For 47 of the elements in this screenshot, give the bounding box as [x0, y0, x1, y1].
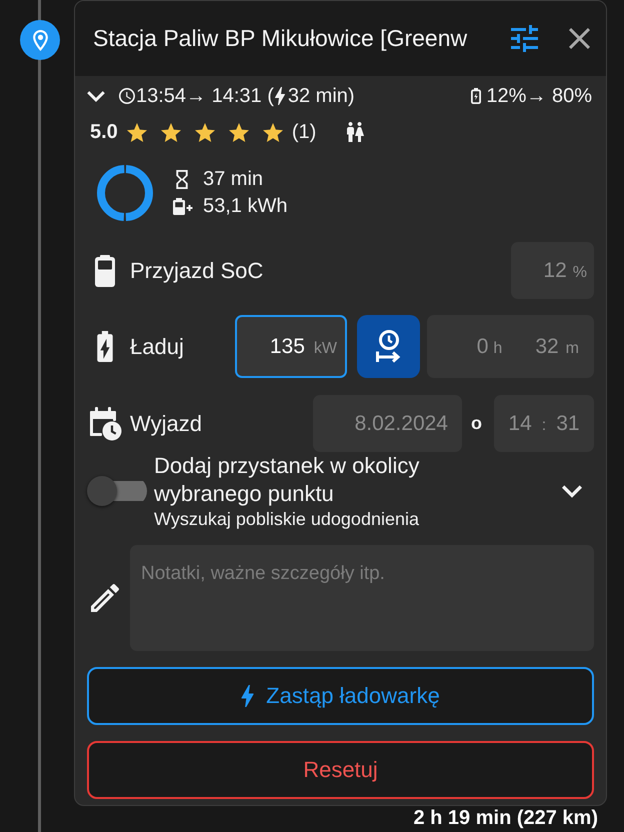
soc-range: 12%→ 80% — [486, 84, 592, 108]
star-icon — [262, 122, 283, 142]
station-title: Stacja Paliw BP Mikułowice [Greenw — [93, 25, 468, 52]
location-pin-icon[interactable] — [20, 20, 60, 60]
bolt-icon — [274, 87, 285, 105]
time-field[interactable]: 14 : 31 — [494, 395, 594, 452]
rating-count: (1) — [292, 120, 316, 144]
charge-time-button[interactable] — [357, 315, 420, 378]
star-icon — [228, 122, 249, 142]
chevron-down-icon[interactable] — [562, 484, 582, 498]
battery-charging-icon — [471, 88, 482, 104]
duration-text: 37 min — [203, 168, 264, 191]
power-field[interactable]: 135 kW — [235, 315, 347, 378]
clock-icon — [119, 88, 135, 104]
pencil-icon — [91, 584, 119, 612]
arrival-soc-label: Przyjazd SoC — [130, 258, 264, 284]
restroom-icon — [347, 122, 364, 142]
bolt-icon — [241, 685, 254, 707]
star-icon — [126, 122, 147, 142]
hourglass-icon — [176, 170, 188, 189]
star-icon — [160, 122, 181, 142]
energy-text: 53,1 kWh — [203, 195, 288, 218]
date-field[interactable]: 8.02.2024 — [313, 395, 462, 452]
star-icon — [194, 122, 215, 142]
connector-text: o — [471, 413, 482, 434]
leg-summary: 2 h 19 min (227 km) — [413, 807, 598, 829]
soc-field[interactable]: 12 % — [511, 242, 594, 299]
close-icon[interactable] — [569, 28, 590, 49]
charge-label: Ładuj — [130, 334, 184, 360]
stop-subtitle: Wyszukaj pobliskie udogodnienia — [154, 508, 419, 530]
departure-label: Wyjazd — [130, 410, 202, 436]
sliders-icon[interactable] — [511, 25, 538, 52]
notes-field[interactable]: Notatki, ważne szczegóły itp. — [130, 545, 594, 651]
battery-icon — [95, 254, 115, 286]
stop-title: Dodaj przystanek w okolicy wybranego punktu — [154, 452, 420, 508]
battery-plus-icon — [173, 198, 193, 215]
reset-button[interactable]: Resetuj — [87, 741, 594, 799]
ring-icon — [97, 165, 153, 221]
chevron-down-icon[interactable] — [87, 90, 105, 102]
rating-score: 5.0 — [90, 120, 118, 144]
charge-duration: 32 min) — [288, 84, 355, 108]
duration-field[interactable]: 0 h 32 m — [427, 315, 594, 378]
battery-bolt-icon — [97, 331, 113, 362]
time-range: 13:54→ 14:31 ( — [136, 84, 274, 108]
replace-charger-button[interactable]: Zastąp ładowarkę — [87, 667, 594, 725]
calendar-clock-icon — [88, 406, 122, 441]
clock-arrow-icon — [376, 330, 402, 363]
